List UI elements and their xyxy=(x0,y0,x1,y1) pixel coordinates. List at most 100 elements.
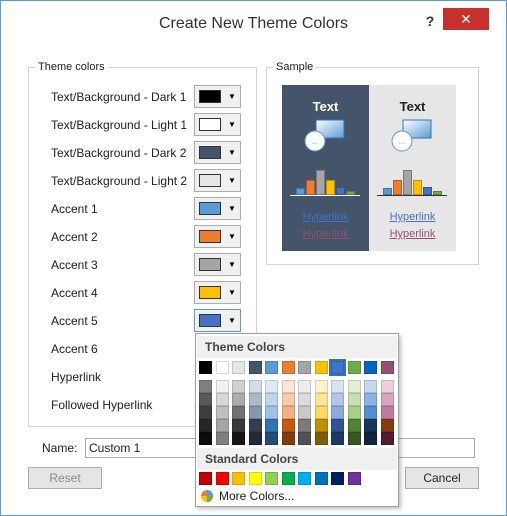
standard-color-cell[interactable] xyxy=(215,472,229,485)
theme-color-label: Text/Background - Dark 1 xyxy=(51,90,187,104)
shade-color-cell[interactable] xyxy=(364,432,377,445)
shade-color-cell[interactable] xyxy=(281,419,295,432)
shade-color-cell[interactable] xyxy=(331,419,344,432)
shade-color-cell[interactable] xyxy=(199,419,212,432)
shade-color-cell[interactable] xyxy=(298,432,311,445)
color-picker-button[interactable]: ▼ xyxy=(194,225,241,248)
standard-color-cell[interactable] xyxy=(232,472,245,485)
shade-color-cell[interactable] xyxy=(232,419,245,432)
reset-button[interactable]: Reset xyxy=(28,467,102,489)
shade-color-cell[interactable] xyxy=(215,380,229,393)
theme-color-cell[interactable] xyxy=(347,361,361,374)
shade-color-cell[interactable] xyxy=(281,393,295,406)
shade-color-cell[interactable] xyxy=(215,406,229,419)
shade-color-cell[interactable] xyxy=(298,393,311,406)
standard-color-cell[interactable] xyxy=(248,472,262,485)
shade-color-cell[interactable] xyxy=(265,406,278,419)
shade-color-cell[interactable] xyxy=(281,432,295,445)
standard-color-cell[interactable] xyxy=(314,472,328,485)
shade-color-cell[interactable] xyxy=(248,432,262,445)
shade-color-cell[interactable] xyxy=(380,419,394,432)
help-button[interactable]: ? xyxy=(420,11,440,31)
shade-color-cell[interactable] xyxy=(314,432,328,445)
theme-color-cell[interactable] xyxy=(281,361,295,374)
shade-color-cell[interactable] xyxy=(199,406,212,419)
theme-color-cell[interactable] xyxy=(232,361,245,374)
shade-color-cell[interactable] xyxy=(314,380,328,393)
shade-color-cell[interactable] xyxy=(364,406,377,419)
shade-color-cell[interactable] xyxy=(347,406,361,419)
color-picker-button[interactable]: ▼ xyxy=(194,141,241,164)
standard-color-cell[interactable] xyxy=(298,472,311,485)
shade-color-cell[interactable] xyxy=(331,406,344,419)
theme-color-cell[interactable] xyxy=(314,361,328,374)
shade-color-cell[interactable] xyxy=(380,380,394,393)
shade-color-cell[interactable] xyxy=(232,380,245,393)
dropdown-arrow-icon: ▼ xyxy=(228,288,236,297)
theme-color-cell[interactable] xyxy=(329,359,346,376)
shade-color-cell[interactable] xyxy=(248,393,262,406)
shade-color-cell[interactable] xyxy=(298,406,311,419)
shade-color-cell[interactable] xyxy=(248,406,262,419)
color-picker-button[interactable]: ▼ xyxy=(194,253,241,276)
shade-color-cell[interactable] xyxy=(364,393,377,406)
theme-color-cell[interactable] xyxy=(248,361,262,374)
shade-color-cell[interactable] xyxy=(364,419,377,432)
standard-color-cell[interactable] xyxy=(199,472,212,485)
color-picker-button[interactable]: ▼ xyxy=(194,281,241,304)
dropdown-arrow-icon: ▼ xyxy=(228,204,236,213)
color-picker-button[interactable]: ▼ xyxy=(194,197,241,220)
shade-color-cell[interactable] xyxy=(248,419,262,432)
standard-color-cell[interactable] xyxy=(331,472,344,485)
chart-bar xyxy=(326,180,335,195)
theme-color-cell[interactable] xyxy=(265,361,278,374)
shade-color-cell[interactable] xyxy=(331,393,344,406)
close-button[interactable]: ✕ xyxy=(443,8,489,30)
shade-color-cell[interactable] xyxy=(199,432,212,445)
shade-color-cell[interactable] xyxy=(380,406,394,419)
shade-color-cell[interactable] xyxy=(281,380,295,393)
shade-color-cell[interactable] xyxy=(265,432,278,445)
color-picker-button[interactable]: ▼ xyxy=(194,309,241,332)
shade-color-cell[interactable] xyxy=(314,393,328,406)
shade-color-cell[interactable] xyxy=(298,419,311,432)
theme-color-cell[interactable] xyxy=(199,361,212,374)
shade-color-cell[interactable] xyxy=(331,432,344,445)
shade-color-cell[interactable] xyxy=(232,393,245,406)
shade-color-cell[interactable] xyxy=(199,393,212,406)
shade-color-cell[interactable] xyxy=(232,432,245,445)
shade-color-cell[interactable] xyxy=(265,419,278,432)
shade-color-cell[interactable] xyxy=(347,380,361,393)
shade-color-cell[interactable] xyxy=(232,406,245,419)
color-picker-button[interactable]: ▼ xyxy=(194,113,241,136)
standard-color-cell[interactable] xyxy=(281,472,295,485)
shade-color-cell[interactable] xyxy=(380,432,394,445)
shade-color-cell[interactable] xyxy=(314,419,328,432)
theme-color-cell[interactable] xyxy=(364,361,377,374)
shade-color-cell[interactable] xyxy=(199,380,212,393)
shade-color-cell[interactable] xyxy=(314,406,328,419)
shade-color-cell[interactable] xyxy=(364,380,377,393)
color-picker-button[interactable]: ▼ xyxy=(194,85,241,108)
shade-color-cell[interactable] xyxy=(347,432,361,445)
shade-color-cell[interactable] xyxy=(215,393,229,406)
theme-color-cell[interactable] xyxy=(215,361,229,374)
shade-color-cell[interactable] xyxy=(331,380,344,393)
more-colors-item[interactable]: More Colors... xyxy=(197,487,397,505)
shade-color-cell[interactable] xyxy=(215,432,229,445)
shade-color-cell[interactable] xyxy=(281,406,295,419)
shade-color-cell[interactable] xyxy=(380,393,394,406)
cancel-button[interactable]: Cancel xyxy=(405,467,479,489)
shade-color-cell[interactable] xyxy=(265,393,278,406)
color-picker-button[interactable]: ▼ xyxy=(194,169,241,192)
shade-color-cell[interactable] xyxy=(248,380,262,393)
shade-color-cell[interactable] xyxy=(347,393,361,406)
shade-color-cell[interactable] xyxy=(298,380,311,393)
standard-color-cell[interactable] xyxy=(347,472,361,485)
standard-color-cell[interactable] xyxy=(265,472,278,485)
shade-color-cell[interactable] xyxy=(347,419,361,432)
shade-color-cell[interactable] xyxy=(215,419,229,432)
shade-color-cell[interactable] xyxy=(265,380,278,393)
theme-color-cell[interactable] xyxy=(380,361,394,374)
theme-color-cell[interactable] xyxy=(298,361,311,374)
